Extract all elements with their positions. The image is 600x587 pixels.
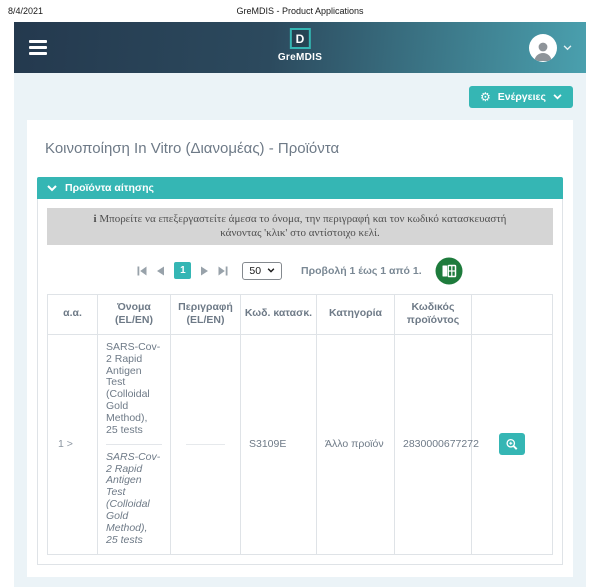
chevron-down-icon: [563, 45, 572, 51]
col-header-aa: α.α.: [48, 294, 98, 334]
info-icon: i: [94, 213, 97, 225]
pagination-summary: Προβολή 1 έως 1 από 1.: [301, 265, 422, 277]
table-header-row: α.α. Όνομα(EL/EN) Περιγραφή(EL/EN) Κωδ. …: [48, 294, 553, 334]
user-menu[interactable]: [529, 34, 572, 62]
logo-letter: D: [296, 32, 305, 46]
col-header-name: Όνομα(EL/EN): [98, 294, 171, 334]
products-panel: Προϊόντα αίτησης i Μπορείτε να επεξεργασ…: [37, 177, 563, 565]
product-name-el: SARS-Cov-2 Rapid Antigen Test (Colloidal…: [106, 342, 162, 437]
excel-export-button[interactable]: [435, 257, 463, 285]
menu-button[interactable]: [25, 36, 51, 59]
hamburger-icon: [29, 40, 47, 43]
empty-description-line: [186, 444, 224, 445]
panel-body: i Μπορείτε να επεξεργαστείτε άμεσα το όν…: [37, 199, 563, 565]
col-header-category: Κατηγορία: [317, 294, 395, 334]
view-details-button[interactable]: [499, 433, 525, 455]
actions-button-label: Ενέργειες: [498, 91, 546, 103]
next-page-icon: [200, 266, 209, 276]
col-header-actions: [472, 294, 553, 334]
panel-title: Προϊόντα αίτησης: [65, 182, 154, 194]
col-header-description: Περιγραφή(EL/EN): [171, 294, 241, 334]
pagination: 1 50: [47, 257, 553, 285]
brand-name: GreMDIS: [278, 52, 322, 63]
col-header-manufacturer-code: Κωδ. κατασκ.: [241, 294, 317, 334]
chevron-down-icon: [553, 94, 562, 100]
page-size-select[interactable]: 50: [242, 262, 282, 280]
brand-logo[interactable]: D GreMDIS: [278, 28, 322, 63]
gears-icon: ⚙︎: [480, 91, 491, 103]
panel-header-products[interactable]: Προϊόντα αίτησης: [37, 177, 563, 199]
app-header: D GreMDIS: [14, 22, 586, 73]
actions-button[interactable]: ⚙︎ Ενέργειες: [469, 86, 573, 108]
last-page-icon: [218, 266, 228, 276]
first-page-button[interactable]: [137, 266, 147, 276]
last-page-button[interactable]: [218, 266, 228, 276]
person-icon: [531, 38, 555, 62]
collapse-chevron-icon: [47, 185, 57, 192]
page-size-value: 50: [249, 265, 261, 277]
product-name-en: SARS-Cov-2 Rapid Antigen Test (Colloidal…: [106, 452, 162, 547]
col-header-product-code: Κωδικόςπροϊόντος: [395, 294, 472, 334]
info-text: Μπορείτε να επεξεργαστείτε άμεσα το όνομ…: [99, 213, 506, 239]
avatar[interactable]: [529, 34, 557, 62]
excel-icon: [435, 257, 463, 285]
magnifier-icon: [505, 437, 519, 452]
row-index-cell[interactable]: 1 >: [48, 334, 98, 554]
name-cell[interactable]: SARS-Cov-2 Rapid Antigen Test (Colloidal…: [98, 334, 171, 554]
products-table: α.α. Όνομα(EL/EN) Περιγραφή(EL/EN) Κωδ. …: [47, 294, 553, 555]
browser-print-header: 8/4/2021 GreMDIS - Product Applications: [0, 0, 600, 22]
prev-page-icon: [156, 266, 165, 276]
chevron-down-icon: [267, 268, 275, 273]
app-logo-icon: D: [290, 28, 311, 49]
first-page-icon: [137, 266, 147, 276]
category-cell: Άλλο προϊόν: [317, 334, 395, 554]
page-title: Κοινοποίηση In Vitro (Διανομέας) - Προϊό…: [45, 140, 555, 157]
table-row: 1 > SARS-Cov-2 Rapid Antigen Test (Collo…: [48, 334, 553, 554]
content-card: Κοινοποίηση In Vitro (Διανομέας) - Προϊό…: [27, 120, 573, 577]
current-page[interactable]: 1: [174, 262, 191, 279]
next-page-button[interactable]: [200, 266, 209, 276]
product-code-cell: 2830000677272: [395, 334, 472, 554]
manufacturer-code-cell[interactable]: S3109E: [241, 334, 317, 554]
print-title: GreMDIS - Product Applications: [0, 6, 600, 16]
description-cell[interactable]: [171, 334, 241, 554]
info-box: i Μπορείτε να επεξεργαστείτε άμεσα το όν…: [47, 208, 553, 245]
prev-page-button[interactable]: [156, 266, 165, 276]
actions-cell: [472, 334, 553, 554]
page-body: ⚙︎ Ενέργειες Κοινοποίηση In Vitro (Διανο…: [14, 73, 586, 587]
name-divider: [106, 444, 162, 445]
